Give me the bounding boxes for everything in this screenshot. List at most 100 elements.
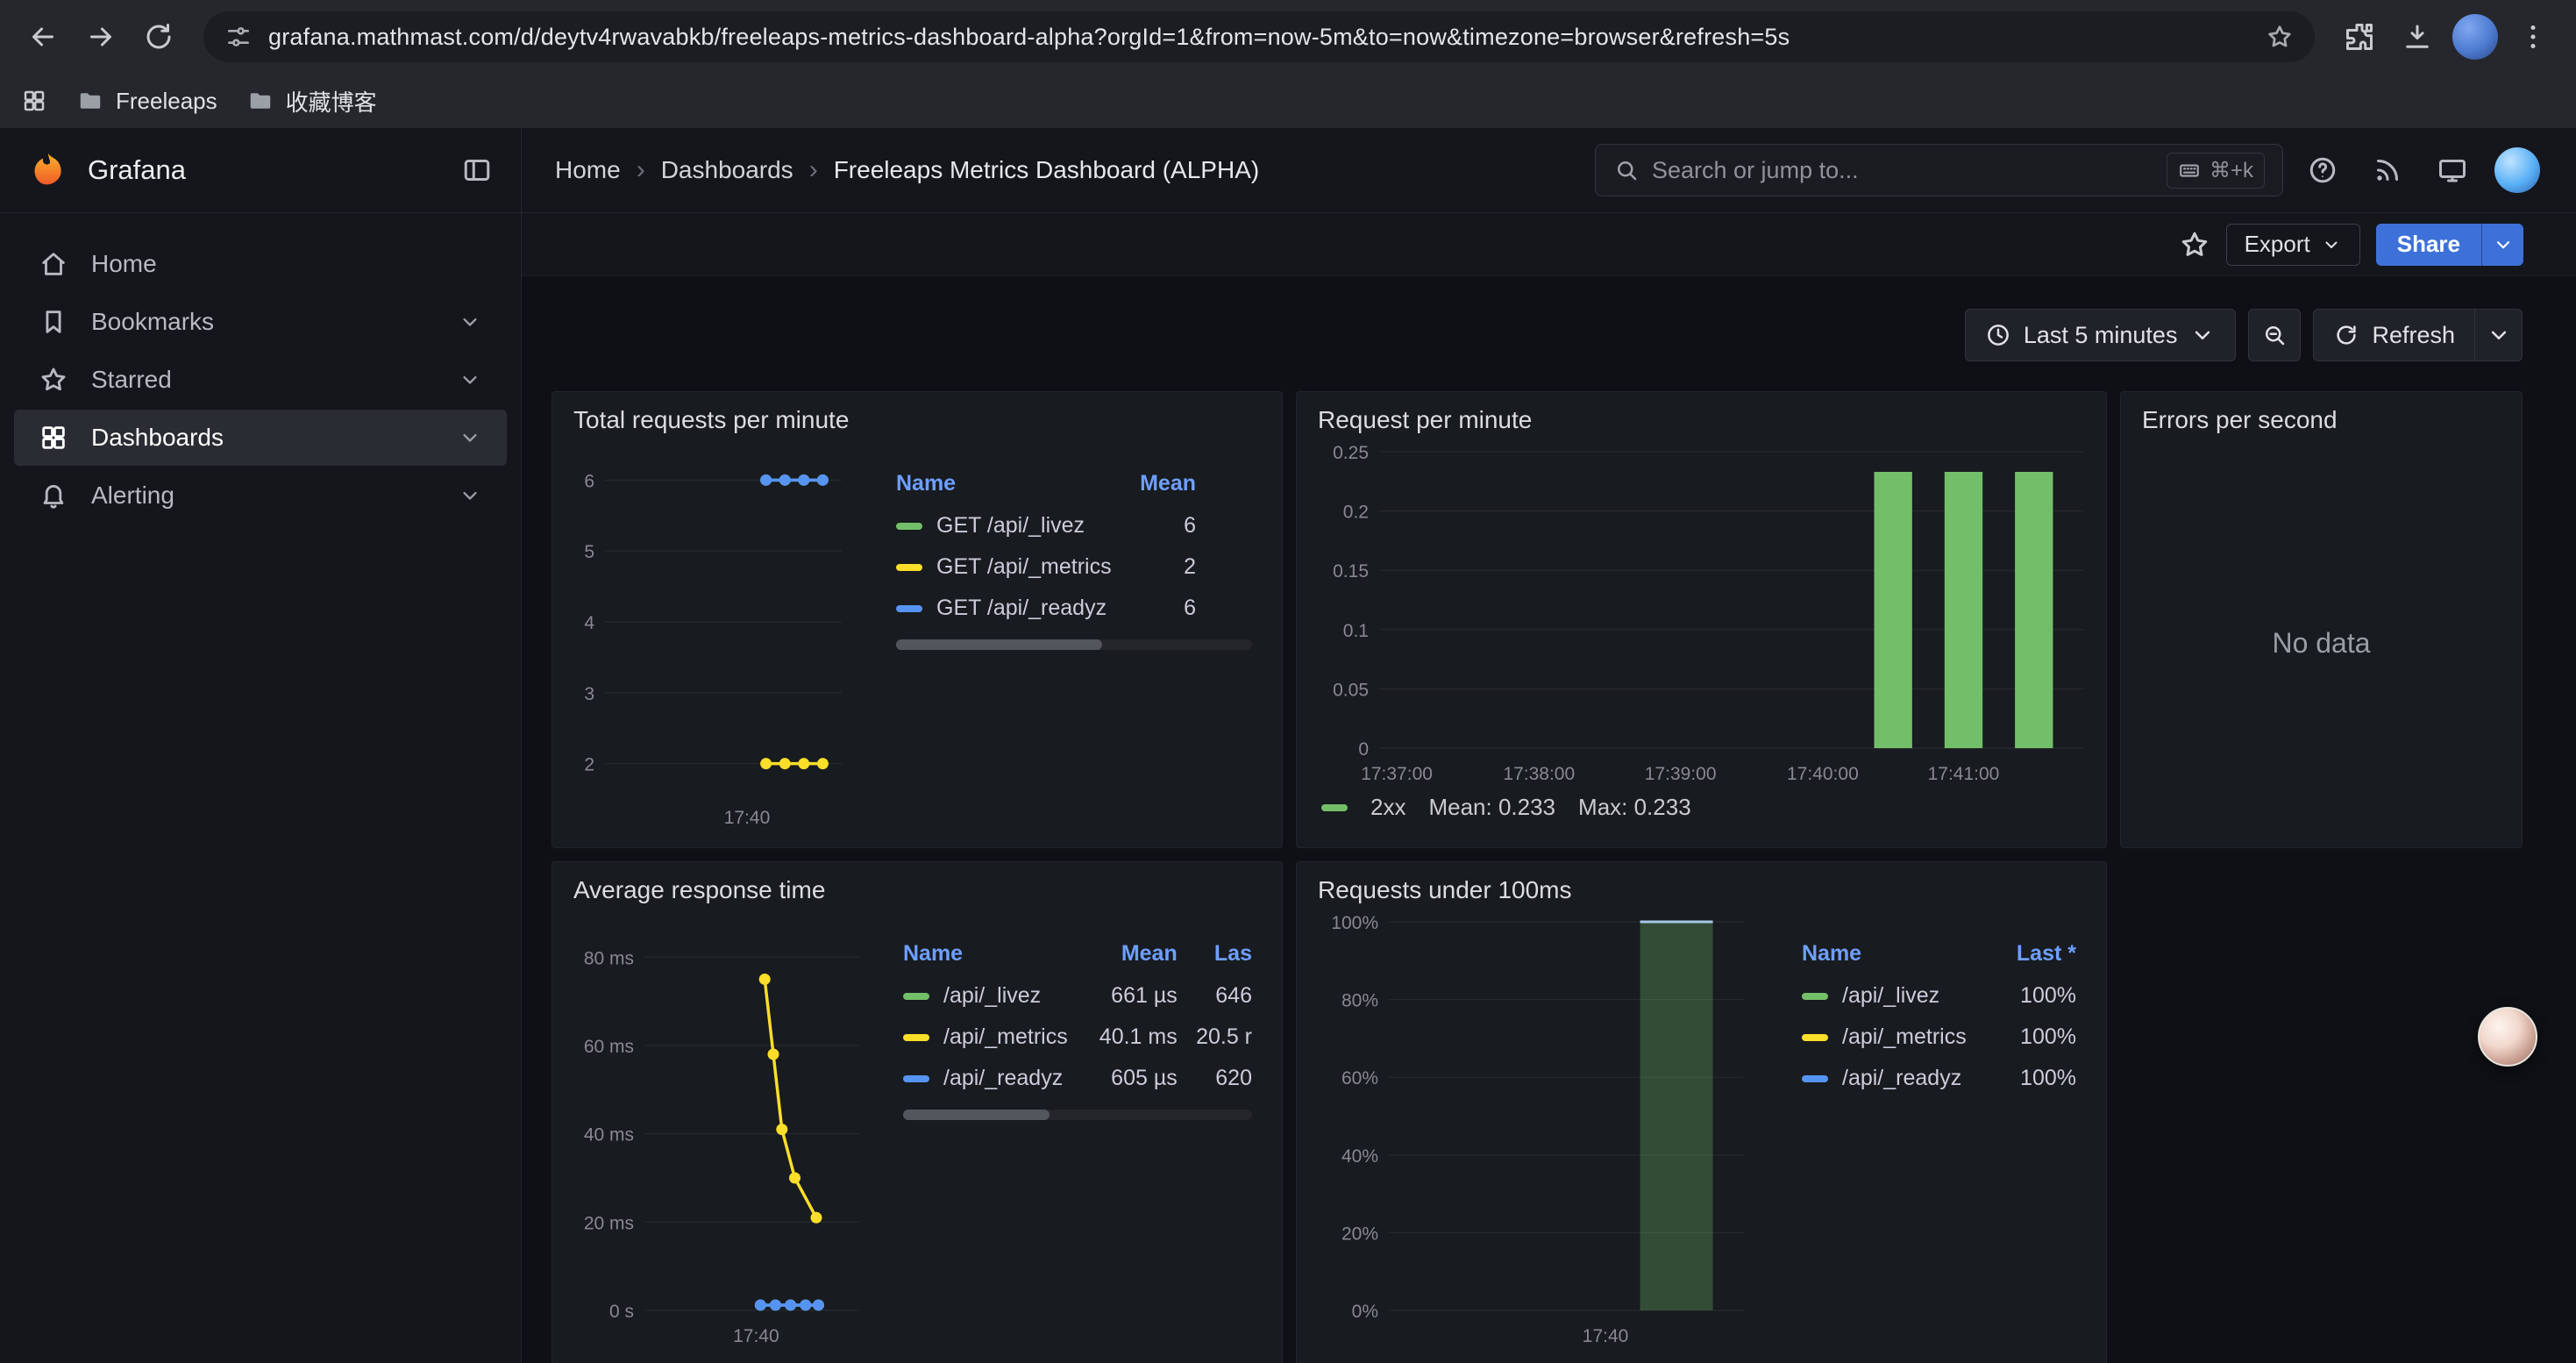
bookmark-folder-blog[interactable]: 收藏博客 [247,85,377,118]
svg-text:17:40: 17:40 [733,1326,779,1346]
arrow-right-icon [85,21,117,53]
legend-row[interactable]: GET /api/_metrics 2 [896,546,1196,588]
panel-title[interactable]: Average response time [552,862,1282,910]
expand-chevron[interactable] [458,483,482,508]
reload-button[interactable] [133,11,184,62]
browser-profile-avatar[interactable] [2450,11,2501,62]
svg-text:17:39:00: 17:39:00 [1645,764,1717,784]
legend-header-last[interactable]: Las [1178,936,1252,975]
display-icon[interactable] [2427,145,2478,196]
series-color-swatch [903,1034,929,1041]
sidebar-item-alerting[interactable]: Alerting [14,467,507,524]
request-per-minute-chart[interactable]: 0.250.20.150.10.05017:37:0017:38:0017:39… [1309,439,2092,790]
sidebar-item-bookmarks[interactable]: Bookmarks [14,294,507,350]
zoom-out-button[interactable] [2248,309,2301,361]
scrollbar-thumb[interactable] [903,1110,1050,1120]
chevron-down-icon [2321,234,2342,255]
grafana-profile-avatar[interactable] [2492,145,2543,196]
breadcrumb-dashboards[interactable]: Dashboards [661,156,793,184]
grafana-header: Grafana Home › Dashboards › Freeleaps Me… [0,128,2576,213]
folder-icon [77,88,103,114]
panel-title[interactable]: Request per minute [1297,392,2106,439]
breadcrumb-home[interactable]: Home [555,156,621,184]
help-icon[interactable] [2297,145,2348,196]
sidebar-item-home[interactable]: Home [14,236,507,292]
refresh-interval-dropdown[interactable] [2475,309,2523,361]
site-settings-icon[interactable] [224,23,253,51]
floating-assistant-avatar[interactable] [2478,1007,2537,1067]
legend-row[interactable]: /api/_metrics 100% [1802,1017,2076,1058]
time-range-picker[interactable]: Last 5 minutes [1965,309,2237,361]
bookmark-star-icon[interactable] [2266,23,2294,51]
legend-header-last[interactable]: Last * [1967,936,2076,975]
legend-header-name[interactable]: Name [903,936,1068,975]
panel-title[interactable]: Errors per second [2121,392,2522,439]
share-button[interactable]: Share [2376,224,2481,266]
series-name: /api/_livez [943,983,1041,1008]
legend-row[interactable]: GET /api/_livez 6 [896,505,1196,546]
series-last: 100% [1967,1017,2076,1058]
legend-header-name[interactable]: Name [1802,936,1967,975]
sidebar-item-starred[interactable]: Starred [14,352,507,408]
export-button[interactable]: Export [2226,224,2360,266]
legend-row[interactable]: /api/_readyz 605 µs 620 [903,1058,1252,1099]
series-last: 620 [1178,1058,1252,1099]
extensions-icon[interactable] [2334,11,2385,62]
share-dropdown-button[interactable] [2481,224,2523,266]
share-split-button: Share [2376,224,2523,266]
legend-row[interactable]: /api/_metrics 40.1 ms 20.5 r [903,1017,1252,1058]
search-shortcut: ⌘+k [2167,153,2265,189]
legend-row[interactable]: /api/_livez 100% [1802,975,2076,1017]
refresh-button[interactable]: Refresh [2313,309,2475,361]
svg-text:0.05: 0.05 [1333,680,1369,700]
favorite-dashboard-button[interactable] [2179,229,2210,260]
grafana-logo[interactable] [28,150,68,190]
legend-row[interactable]: /api/_readyz 100% [1802,1058,2076,1099]
url-bar[interactable]: grafana.mathmast.com/d/deytv4rwavabkb/fr… [203,11,2315,62]
forward-button[interactable] [75,11,126,62]
downloads-icon[interactable] [2392,11,2443,62]
requests-under-100ms-chart[interactable]: 100%80%60%40%20%0%17:40 [1306,910,1753,1352]
series-max: Max: 0.233 [1578,794,1691,821]
legend-header-name[interactable]: Name [896,466,1112,505]
total-requests-chart[interactable]: 6543217:40 [561,439,850,834]
shortcut-label: ⌘+k [2210,158,2253,183]
scrollbar-thumb[interactable] [896,639,1102,650]
sidebar-collapse-button[interactable] [461,154,493,186]
brand-name[interactable]: Grafana [88,154,186,186]
legend-header-mean[interactable]: Mean [1068,936,1178,975]
series-mean: 661 µs [1068,975,1178,1017]
screen: grafana.mathmast.com/d/deytv4rwavabkb/fr… [0,0,2576,1363]
legend-scrollbar[interactable] [896,639,1252,650]
series-color-swatch [1802,1075,1828,1082]
legend-header-mean[interactable]: Mean [1112,466,1196,505]
sidebar-item-label: Home [91,250,157,278]
bookmark-folder-freeleaps[interactable]: Freeleaps [77,88,217,115]
expand-chevron[interactable] [458,310,482,334]
apps-grid-icon[interactable] [21,88,47,114]
back-button[interactable] [18,11,68,62]
chevron-down-icon [2189,322,2216,348]
sidebar-item-dashboards[interactable]: Dashboards [14,410,507,466]
search-placeholder: Search or jump to... [1652,157,2154,184]
browser-menu-icon[interactable] [2508,11,2558,62]
expand-chevron[interactable] [458,368,482,392]
legend-row[interactable]: GET /api/_readyz 6 [896,588,1196,629]
legend-row[interactable]: /api/_livez 661 µs 646 [903,975,1252,1017]
bookmarks-bar: Freeleaps 收藏博客 [0,74,2576,128]
legend-scrollbar[interactable] [903,1110,1252,1120]
panel-legend: Name Mean Las /api/_livez [868,910,1268,1363]
panel-title[interactable]: Total requests per minute [552,392,1282,439]
download-icon [2402,21,2433,53]
main-area: Export Share Last 5 minutes [522,213,2576,1363]
news-icon[interactable] [2362,145,2413,196]
series-color-swatch [1802,1034,1828,1041]
expand-chevron[interactable] [458,425,482,450]
panel-title[interactable]: Requests under 100ms [1297,862,2106,910]
reload-icon [143,21,174,53]
svg-text:80 ms: 80 ms [584,948,634,968]
avg-response-time-chart[interactable]: 80 ms60 ms40 ms20 ms0 s17:40 [561,910,868,1352]
search-input[interactable]: Search or jump to... ⌘+k [1595,144,2283,196]
panel-row-1: Total requests per minute 6543217:40 Nam… [551,391,2523,848]
series-name[interactable]: 2xx [1370,794,1405,821]
